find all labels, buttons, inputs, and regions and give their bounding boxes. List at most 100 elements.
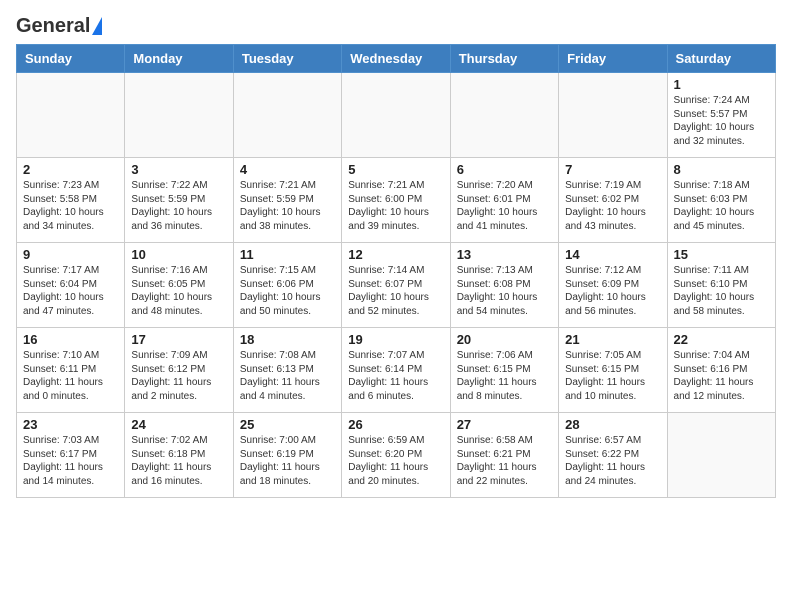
day-header-thursday: Thursday	[450, 45, 558, 73]
calendar-week-3: 9 Sunrise: 7:17 AM Sunset: 6:04 PM Daylig…	[17, 243, 776, 328]
day-header-wednesday: Wednesday	[342, 45, 450, 73]
calendar-cell: 23Sunrise: 7:03 AM Sunset: 6:17 PM Dayli…	[17, 413, 125, 498]
calendar-cell: 12 Sunrise: 7:14 AM Sunset: 6:07 PM Dayli…	[342, 243, 450, 328]
day-number: 15	[674, 247, 769, 262]
calendar-cell: 5Sunrise: 7:21 AM Sunset: 6:00 PM Daylig…	[342, 158, 450, 243]
day-number: 16	[23, 332, 118, 347]
calendar-cell: 19 Sunrise: 7:07 AM Sunset: 6:14 PM Dayli…	[342, 328, 450, 413]
calendar-cell: 8 Sunrise: 7:18 AM Sunset: 6:03 PM Daylig…	[667, 158, 775, 243]
day-info: Sunrise: 7:22 AM Sunset: 5:59 PM Dayligh…	[131, 179, 226, 233]
calendar-cell: 21 Sunrise: 7:05 AM Sunset: 6:15 PM Dayli…	[559, 328, 667, 413]
calendar-table: SundayMondayTuesdayWednesdayThursdayFrid…	[16, 44, 776, 498]
calendar-cell: 16 Sunrise: 7:10 AM Sunset: 6:11 PM Dayli…	[17, 328, 125, 413]
calendar-cell: 24 Sunrise: 7:02 AM Sunset: 6:18 PM Dayli…	[125, 413, 233, 498]
day-header-monday: Monday	[125, 45, 233, 73]
day-number: 14	[565, 247, 660, 262]
day-number: 25	[240, 417, 335, 432]
page-header: General	[16, 16, 776, 36]
day-info: Sunrise: 7:03 AM Sunset: 6:17 PM Dayligh…	[23, 434, 118, 488]
calendar-cell: 13Sunrise: 7:13 AM Sunset: 6:08 PM Dayli…	[450, 243, 558, 328]
day-info: Sunrise: 7:05 AM Sunset: 6:15 PM Dayligh…	[565, 349, 660, 403]
calendar-cell	[233, 73, 341, 158]
day-header-saturday: Saturday	[667, 45, 775, 73]
calendar-cell: 10 Sunrise: 7:16 AM Sunset: 6:05 PM Dayli…	[125, 243, 233, 328]
day-number: 24	[131, 417, 226, 432]
day-info: Sunrise: 7:09 AM Sunset: 6:12 PM Dayligh…	[131, 349, 226, 403]
day-info: Sunrise: 7:15 AM Sunset: 6:06 PM Dayligh…	[240, 264, 335, 318]
day-number: 26	[348, 417, 443, 432]
day-number: 28	[565, 417, 660, 432]
day-number: 8	[674, 162, 769, 177]
day-info: Sunrise: 7:20 AM Sunset: 6:01 PM Dayligh…	[457, 179, 552, 233]
calendar-cell: 22 Sunrise: 7:04 AM Sunset: 6:16 PM Dayli…	[667, 328, 775, 413]
calendar-week-2: 2 Sunrise: 7:23 AM Sunset: 5:58 PM Daylig…	[17, 158, 776, 243]
day-info: Sunrise: 7:16 AM Sunset: 6:05 PM Dayligh…	[131, 264, 226, 318]
day-info: Sunrise: 7:08 AM Sunset: 6:13 PM Dayligh…	[240, 349, 335, 403]
calendar-cell	[450, 73, 558, 158]
calendar-cell: 26Sunrise: 6:59 AM Sunset: 6:20 PM Dayli…	[342, 413, 450, 498]
calendar-cell: 11 Sunrise: 7:15 AM Sunset: 6:06 PM Dayli…	[233, 243, 341, 328]
day-info: Sunrise: 7:06 AM Sunset: 6:15 PM Dayligh…	[457, 349, 552, 403]
logo: General	[16, 16, 102, 36]
day-info: Sunrise: 7:04 AM Sunset: 6:16 PM Dayligh…	[674, 349, 769, 403]
day-info: Sunrise: 7:23 AM Sunset: 5:58 PM Dayligh…	[23, 179, 118, 233]
calendar-cell: 4 Sunrise: 7:21 AM Sunset: 5:59 PM Daylig…	[233, 158, 341, 243]
day-number: 4	[240, 162, 335, 177]
calendar-cell: 18 Sunrise: 7:08 AM Sunset: 6:13 PM Dayli…	[233, 328, 341, 413]
calendar-cell: 20 Sunrise: 7:06 AM Sunset: 6:15 PM Dayli…	[450, 328, 558, 413]
calendar-cell: 25 Sunrise: 7:00 AM Sunset: 6:19 PM Dayli…	[233, 413, 341, 498]
calendar-cell: 28 Sunrise: 6:57 AM Sunset: 6:22 PM Dayli…	[559, 413, 667, 498]
calendar-cell	[17, 73, 125, 158]
calendar-cell: 27 Sunrise: 6:58 AM Sunset: 6:21 PM Dayli…	[450, 413, 558, 498]
calendar-cell	[342, 73, 450, 158]
day-number: 10	[131, 247, 226, 262]
day-number: 12	[348, 247, 443, 262]
day-info: Sunrise: 7:10 AM Sunset: 6:11 PM Dayligh…	[23, 349, 118, 403]
day-number: 27	[457, 417, 552, 432]
day-info: Sunrise: 7:07 AM Sunset: 6:14 PM Dayligh…	[348, 349, 443, 403]
calendar-cell: 6 Sunrise: 7:20 AM Sunset: 6:01 PM Daylig…	[450, 158, 558, 243]
calendar-cell: 7 Sunrise: 7:19 AM Sunset: 6:02 PM Daylig…	[559, 158, 667, 243]
day-info: Sunrise: 6:57 AM Sunset: 6:22 PM Dayligh…	[565, 434, 660, 488]
calendar-cell	[559, 73, 667, 158]
day-number: 21	[565, 332, 660, 347]
day-number: 1	[674, 77, 769, 92]
day-number: 19	[348, 332, 443, 347]
day-info: Sunrise: 7:18 AM Sunset: 6:03 PM Dayligh…	[674, 179, 769, 233]
day-header-sunday: Sunday	[17, 45, 125, 73]
day-number: 6	[457, 162, 552, 177]
day-info: Sunrise: 7:21 AM Sunset: 5:59 PM Dayligh…	[240, 179, 335, 233]
day-info: Sunrise: 6:58 AM Sunset: 6:21 PM Dayligh…	[457, 434, 552, 488]
day-number: 7	[565, 162, 660, 177]
calendar-cell: 17Sunrise: 7:09 AM Sunset: 6:12 PM Dayli…	[125, 328, 233, 413]
calendar-week-5: 23Sunrise: 7:03 AM Sunset: 6:17 PM Dayli…	[17, 413, 776, 498]
logo-text-general: General	[16, 16, 90, 36]
calendar-week-1: 1 Sunrise: 7:24 AM Sunset: 5:57 PM Daylig…	[17, 73, 776, 158]
day-number: 2	[23, 162, 118, 177]
calendar-cell: 9 Sunrise: 7:17 AM Sunset: 6:04 PM Daylig…	[17, 243, 125, 328]
day-number: 18	[240, 332, 335, 347]
day-number: 3	[131, 162, 226, 177]
calendar-cell: 2 Sunrise: 7:23 AM Sunset: 5:58 PM Daylig…	[17, 158, 125, 243]
day-info: Sunrise: 7:02 AM Sunset: 6:18 PM Dayligh…	[131, 434, 226, 488]
day-number: 20	[457, 332, 552, 347]
day-info: Sunrise: 7:24 AM Sunset: 5:57 PM Dayligh…	[674, 94, 769, 148]
calendar-cell: 14 Sunrise: 7:12 AM Sunset: 6:09 PM Dayli…	[559, 243, 667, 328]
day-number: 11	[240, 247, 335, 262]
calendar-cell	[125, 73, 233, 158]
day-info: Sunrise: 7:19 AM Sunset: 6:02 PM Dayligh…	[565, 179, 660, 233]
day-info: Sunrise: 7:21 AM Sunset: 6:00 PM Dayligh…	[348, 179, 443, 233]
calendar-cell: 1 Sunrise: 7:24 AM Sunset: 5:57 PM Daylig…	[667, 73, 775, 158]
calendar-cell	[667, 413, 775, 498]
day-header-friday: Friday	[559, 45, 667, 73]
day-info: Sunrise: 7:17 AM Sunset: 6:04 PM Dayligh…	[23, 264, 118, 318]
day-number: 22	[674, 332, 769, 347]
calendar-week-4: 16 Sunrise: 7:10 AM Sunset: 6:11 PM Dayli…	[17, 328, 776, 413]
day-header-tuesday: Tuesday	[233, 45, 341, 73]
day-info: Sunrise: 7:11 AM Sunset: 6:10 PM Dayligh…	[674, 264, 769, 318]
logo-triangle-icon	[92, 17, 102, 35]
day-number: 9	[23, 247, 118, 262]
day-info: Sunrise: 7:12 AM Sunset: 6:09 PM Dayligh…	[565, 264, 660, 318]
day-info: Sunrise: 7:00 AM Sunset: 6:19 PM Dayligh…	[240, 434, 335, 488]
day-info: Sunrise: 7:14 AM Sunset: 6:07 PM Dayligh…	[348, 264, 443, 318]
